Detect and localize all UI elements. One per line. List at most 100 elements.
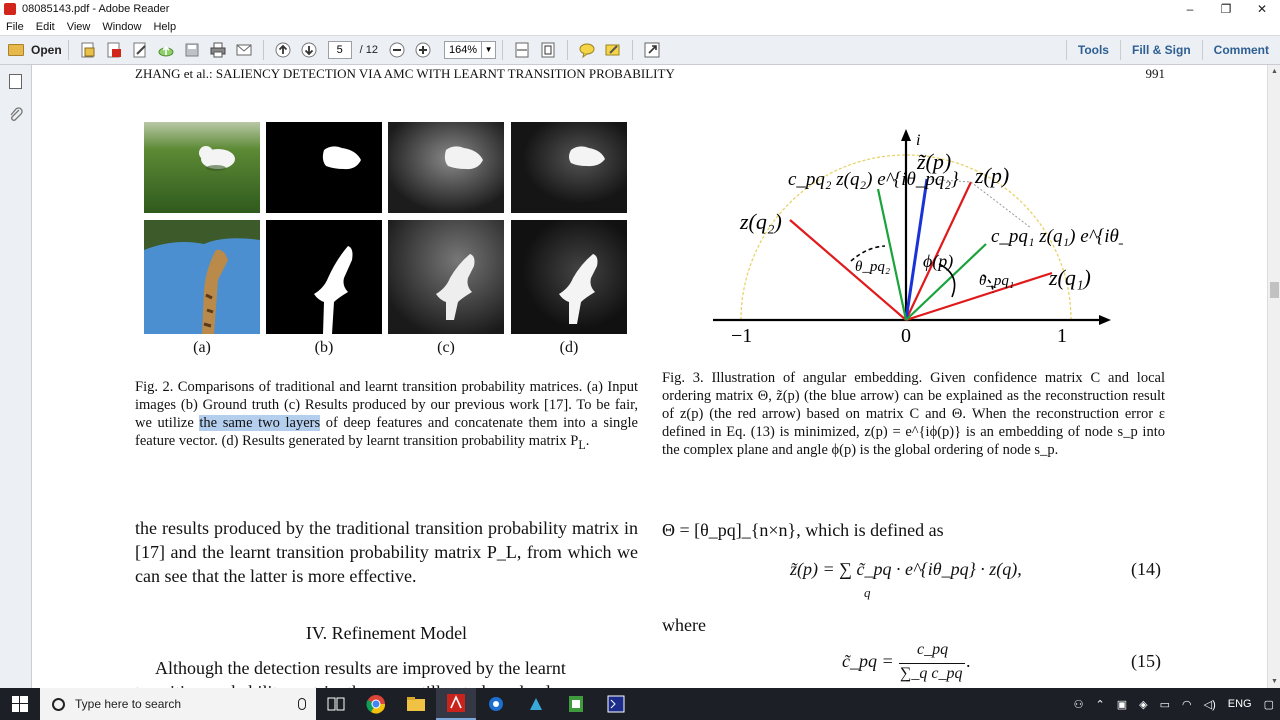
fit-width-icon[interactable] xyxy=(512,40,532,60)
fig2-giraffe-ground-truth-image xyxy=(266,220,382,334)
fig2-label-b: (b) xyxy=(314,339,334,356)
adobe-reader-taskbar-icon[interactable] xyxy=(436,688,476,720)
highlight-icon[interactable] xyxy=(603,40,623,60)
app-icon-blue[interactable] xyxy=(476,688,516,720)
fig2-dog-input-image xyxy=(144,122,260,213)
open-label: Open xyxy=(31,43,62,57)
vertical-scrollbar[interactable]: ▲ ▼ xyxy=(1267,65,1280,688)
language-indicator[interactable]: ENG xyxy=(1228,698,1252,710)
menu-window[interactable]: Window xyxy=(96,21,147,33)
attachments-paperclip-icon[interactable] xyxy=(8,107,24,123)
app-icon-green-document[interactable] xyxy=(556,688,596,720)
scrollbar-thumb[interactable] xyxy=(1270,282,1279,298)
edit-pdf-icon[interactable] xyxy=(130,40,150,60)
create-pdf-icon[interactable] xyxy=(78,40,98,60)
fit-page-icon[interactable] xyxy=(538,40,558,60)
equation-14-number: (14) xyxy=(1131,559,1161,579)
c-pq1-term-label: c_pq₁ z(q₁) e^{iθ_pq₁} xyxy=(991,226,1123,247)
equation-15-numerator: c_pq xyxy=(917,641,949,658)
email-icon[interactable] xyxy=(234,40,254,60)
zoom-level-input[interactable]: 164% xyxy=(444,41,483,59)
fig2-label-a: (a) xyxy=(193,339,211,356)
open-button[interactable]: Open xyxy=(8,43,62,57)
app-icon-terminal[interactable] xyxy=(596,688,636,720)
window-title: 08085143.pdf - Adobe Reader xyxy=(22,3,170,15)
tick-0: 0 xyxy=(901,325,911,347)
navigation-panel xyxy=(0,65,32,688)
battery-icon[interactable]: ▭ xyxy=(1160,698,1170,711)
taskbar-search-box[interactable]: Type here to search xyxy=(40,688,316,720)
z-q1-label: z(q₁) xyxy=(1048,265,1091,290)
menu-edit[interactable]: Edit xyxy=(30,21,61,33)
zoom-out-icon[interactable] xyxy=(387,40,407,60)
show-hidden-icons-chevron-icon[interactable]: ⌃ xyxy=(1096,698,1105,711)
imaginary-axis-arrowhead xyxy=(901,129,911,141)
z-q2-label: z(q₂) xyxy=(739,209,782,234)
fig2-giraffe-previous-result-image xyxy=(388,220,504,334)
network-wifi-icon[interactable]: ◠ xyxy=(1182,698,1192,711)
c-pq2-term-label: c_pq₂ z(q₂) e^{iθ_pq₂} xyxy=(788,169,959,190)
toolbar-separator xyxy=(67,40,69,60)
fig2-caption: Fig. 2. Comparisons of traditional and l… xyxy=(135,378,638,454)
zoom-dropdown-chevron-icon[interactable]: ▼ xyxy=(482,41,497,59)
document-view[interactable]: ZHANG et al.: SALIENCY DETECTION VIA AMC… xyxy=(33,65,1267,688)
next-page-icon[interactable] xyxy=(299,40,319,60)
save-icon[interactable] xyxy=(182,40,202,60)
fig2-dog-ground-truth-image xyxy=(266,122,382,213)
zoom-in-icon[interactable] xyxy=(413,40,433,60)
tools-pane-button[interactable]: Tools xyxy=(1065,40,1120,60)
i-axis-label: i xyxy=(916,132,920,149)
menu-help[interactable]: Help xyxy=(147,21,182,33)
minimize-button[interactable]: – xyxy=(1172,0,1208,18)
close-button[interactable]: ✕ xyxy=(1244,0,1280,18)
fill-sign-pane-button[interactable]: Fill & Sign xyxy=(1119,40,1202,60)
tray-app-icon[interactable]: ▣ xyxy=(1117,698,1127,711)
main-toolbar: Open 5 / 12 164% ▼ Tools Fill & Sign Com… xyxy=(0,35,1280,65)
page-total: / 12 xyxy=(359,44,379,56)
volume-icon[interactable]: ◁) xyxy=(1204,698,1216,711)
fig2-giraffe-input-image xyxy=(144,220,260,334)
microphone-icon[interactable] xyxy=(298,698,306,710)
section-heading: IV. Refinement Model xyxy=(305,623,468,643)
scroll-up-icon[interactable]: ▲ xyxy=(1268,65,1280,78)
body-paragraph-left: the results produced by the traditional … xyxy=(135,518,638,586)
fig2-giraffe-learnt-result-image xyxy=(511,220,627,334)
windows-start-icon[interactable] xyxy=(0,688,40,720)
task-view-icon[interactable] xyxy=(316,688,356,720)
app-icon-teal[interactable] xyxy=(516,688,556,720)
toolbar-separator xyxy=(567,40,569,60)
notification-center-icon[interactable]: ▢ xyxy=(1264,698,1274,711)
equation-15-lhs: c̃_pq = xyxy=(842,651,894,671)
menu-bar: File Edit View Window Help xyxy=(0,18,1280,35)
people-icon[interactable]: ⚇ xyxy=(1074,698,1084,711)
equation-15-denominator: ∑_q c_pq xyxy=(900,665,963,682)
cloud-upload-icon[interactable] xyxy=(156,40,176,60)
sticky-note-icon[interactable] xyxy=(577,40,597,60)
previous-page-icon[interactable] xyxy=(273,40,293,60)
section-paragraph-cut: transition probability matrix, there are… xyxy=(135,680,638,688)
adobe-reader-icon xyxy=(4,3,16,15)
maximize-button[interactable]: ❐ xyxy=(1208,0,1244,18)
equation-14-sum-index: q xyxy=(864,585,871,600)
menu-file[interactable]: File xyxy=(0,21,30,33)
pdf-export-icon[interactable] xyxy=(104,40,124,60)
dashed-guide xyxy=(970,181,1032,229)
chrome-icon[interactable] xyxy=(356,688,396,720)
windows-taskbar: Type here to search ⚇ ⌃ ▣ ◈ ▭ ◠ ◁) ENG ▢ xyxy=(0,688,1280,720)
selected-text-highlight[interactable]: the same two layers xyxy=(199,415,321,431)
section-paragraph: Although the detection results are impro… xyxy=(155,658,566,678)
tick-1: 1 xyxy=(1057,325,1067,347)
file-explorer-icon[interactable] xyxy=(396,688,436,720)
menu-view[interactable]: View xyxy=(61,21,97,33)
toolbar-separator xyxy=(262,40,264,60)
real-axis-arrowhead xyxy=(1099,315,1111,325)
page-number-input[interactable]: 5 xyxy=(327,41,352,59)
scroll-down-icon[interactable]: ▼ xyxy=(1268,675,1280,688)
page-thumbnails-icon[interactable] xyxy=(9,74,22,89)
tray-app-icon[interactable]: ◈ xyxy=(1139,698,1147,711)
fig2-caption-end: . xyxy=(585,433,590,449)
expand-view-icon[interactable] xyxy=(642,40,662,60)
comment-pane-button[interactable]: Comment xyxy=(1201,40,1280,60)
print-icon[interactable] xyxy=(208,40,228,60)
fraction-bar xyxy=(899,663,965,664)
